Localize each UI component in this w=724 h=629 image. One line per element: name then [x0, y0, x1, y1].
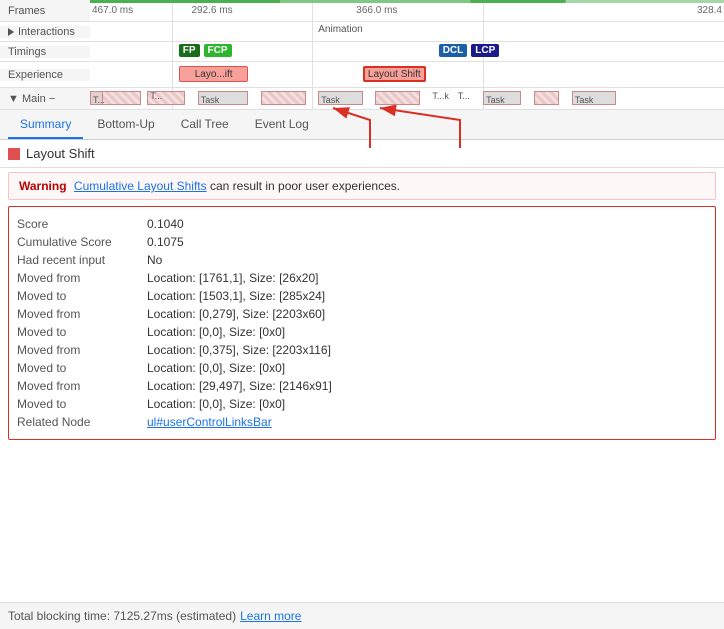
detail-row-4: Moved toLocation: [1503,1], Size: [285x2… — [17, 287, 707, 305]
detail-value-1: 0.1075 — [147, 235, 184, 249]
detail-row-9: Moved fromLocation: [29,497], Size: [214… — [17, 377, 707, 395]
interactions-label: Interactions — [0, 26, 90, 38]
tab-bottom-up[interactable]: Bottom-Up — [85, 111, 166, 139]
warning-link[interactable]: Cumulative Layout Shifts — [74, 179, 207, 193]
task-block-task4: Task — [572, 91, 616, 105]
tab-call-tree[interactable]: Call Tree — [169, 111, 241, 139]
tab-event-log[interactable]: Event Log — [243, 111, 321, 139]
frame-time-2: 292.6 ms — [191, 5, 232, 16]
tab-summary[interactable]: Summary — [8, 111, 83, 139]
detail-value-11[interactable]: ul#userControlLinksBar — [147, 415, 272, 429]
detail-row-11: Related Nodeul#userControlLinksBar — [17, 413, 707, 431]
warning-bar: Warning Cumulative Layout Shifts can res… — [8, 172, 716, 200]
timings-label: Timings — [0, 46, 90, 58]
layo-ift-block[interactable]: Layo...ift — [179, 66, 249, 82]
layout-shift-icon — [8, 148, 20, 160]
layout-shift-block[interactable]: Layout Shift — [363, 66, 426, 82]
detail-row-7: Moved fromLocation: [0,375], Size: [2203… — [17, 341, 707, 359]
detail-value-0: 0.1040 — [147, 217, 184, 231]
task-label-t1: T... — [90, 91, 103, 105]
interactions-row: Interactions Animation — [0, 22, 724, 42]
frames-content: 467.0 ms 292.6 ms 366.0 ms 328.4 — [90, 0, 724, 21]
detail-row-0: Score0.1040 — [17, 215, 707, 233]
detail-label-10: Moved to — [17, 397, 147, 411]
tabs-bar: Summary Bottom-Up Call Tree Event Log — [0, 110, 724, 140]
detail-row-3: Moved fromLocation: [1761,1], Size: [26x… — [17, 269, 707, 287]
detail-label-0: Score — [17, 217, 147, 231]
task-block-4 — [375, 91, 419, 105]
fcp-badge: FCP — [204, 44, 232, 57]
learn-more-link[interactable]: Learn more — [240, 609, 301, 623]
detail-value-7: Location: [0,375], Size: [2203x116] — [147, 343, 331, 357]
task-t3: T... — [458, 91, 470, 101]
task-block-task3: Task — [483, 91, 521, 105]
frame-time-3: 366.0 ms — [356, 5, 397, 16]
frames-row: Frames 467.0 ms 292.6 ms 366.0 ms 328.4 — [0, 0, 724, 22]
detail-value-6: Location: [0,0], Size: [0x0] — [147, 325, 285, 339]
detail-row-2: Had recent inputNo — [17, 251, 707, 269]
page-title: Layout Shift — [26, 146, 95, 161]
frame-time-4: 328.4 — [697, 5, 722, 16]
blocking-time-text: Total blocking time: 7125.27ms (estimate… — [8, 609, 236, 623]
experience-content: Layo...ift Layout Shift — [90, 62, 724, 87]
lcp-badge: LCP — [471, 44, 499, 57]
timeline-section: Frames 467.0 ms 292.6 ms 366.0 ms 328.4 … — [0, 0, 724, 110]
timings-row: Timings FP FCP DCL LCP — [0, 42, 724, 62]
interactions-expand-icon[interactable] — [8, 28, 14, 36]
detail-label-4: Moved to — [17, 289, 147, 303]
fp-fcp-group: FP FCP — [179, 44, 234, 57]
warning-label: Warning — [19, 179, 67, 193]
main-content: T... T... Task Task T...k T... Task Task — [90, 88, 724, 109]
detail-label-8: Moved to — [17, 361, 147, 375]
task-block-task: Task — [198, 91, 249, 105]
detail-label-5: Moved from — [17, 307, 147, 321]
task-t2: T... — [150, 91, 162, 101]
detail-label-9: Moved from — [17, 379, 147, 393]
detail-label-6: Moved to — [17, 325, 147, 339]
detail-label-3: Moved from — [17, 271, 147, 285]
task-tk: T...k — [432, 91, 449, 101]
experience-label: Experience — [0, 69, 90, 81]
title-row: Layout Shift — [0, 140, 724, 168]
detail-value-10: Location: [0,0], Size: [0x0] — [147, 397, 285, 411]
animation-label: Animation — [318, 24, 362, 35]
detail-row-1: Cumulative Score0.1075 — [17, 233, 707, 251]
task-block-3 — [261, 91, 305, 105]
detail-label-1: Cumulative Score — [17, 235, 147, 249]
detail-value-2: No — [147, 253, 162, 267]
detail-value-3: Location: [1761,1], Size: [26x20] — [147, 271, 318, 285]
detail-row-8: Moved toLocation: [0,0], Size: [0x0] — [17, 359, 707, 377]
detail-row-6: Moved toLocation: [0,0], Size: [0x0] — [17, 323, 707, 341]
bottom-bar: Total blocking time: 7125.27ms (estimate… — [0, 602, 724, 629]
detail-row-10: Moved toLocation: [0,0], Size: [0x0] — [17, 395, 707, 413]
main-row: ▼ Main − T... T... Task Task T...k T... — [0, 88, 724, 110]
detail-label-7: Moved from — [17, 343, 147, 357]
details-panel: Score0.1040Cumulative Score0.1075Had rec… — [8, 206, 716, 440]
interactions-content: Animation — [90, 22, 724, 41]
detail-label-11: Related Node — [17, 415, 147, 429]
task-block-5 — [534, 91, 559, 105]
frame-time-1: 467.0 ms — [92, 5, 133, 16]
detail-value-9: Location: [29,497], Size: [2146x91] — [147, 379, 332, 393]
task-block-task2: Task — [318, 91, 362, 105]
dcl-badge: DCL — [439, 44, 468, 57]
main-label: ▼ Main − — [0, 93, 90, 105]
fp-badge: FP — [179, 44, 200, 57]
experience-row: Experience Layo...ift Layout Shift — [0, 62, 724, 88]
detail-value-5: Location: [0,279], Size: [2203x60] — [147, 307, 325, 321]
detail-value-4: Location: [1503,1], Size: [285x24] — [147, 289, 325, 303]
warning-message: can result in poor user experiences. — [210, 179, 400, 193]
frames-label: Frames — [0, 5, 90, 17]
timings-content: FP FCP DCL LCP — [90, 42, 724, 61]
detail-label-2: Had recent input — [17, 253, 147, 267]
detail-value-8: Location: [0,0], Size: [0x0] — [147, 361, 285, 375]
detail-row-5: Moved fromLocation: [0,279], Size: [2203… — [17, 305, 707, 323]
dcl-lcp-group: DCL LCP — [439, 44, 502, 57]
